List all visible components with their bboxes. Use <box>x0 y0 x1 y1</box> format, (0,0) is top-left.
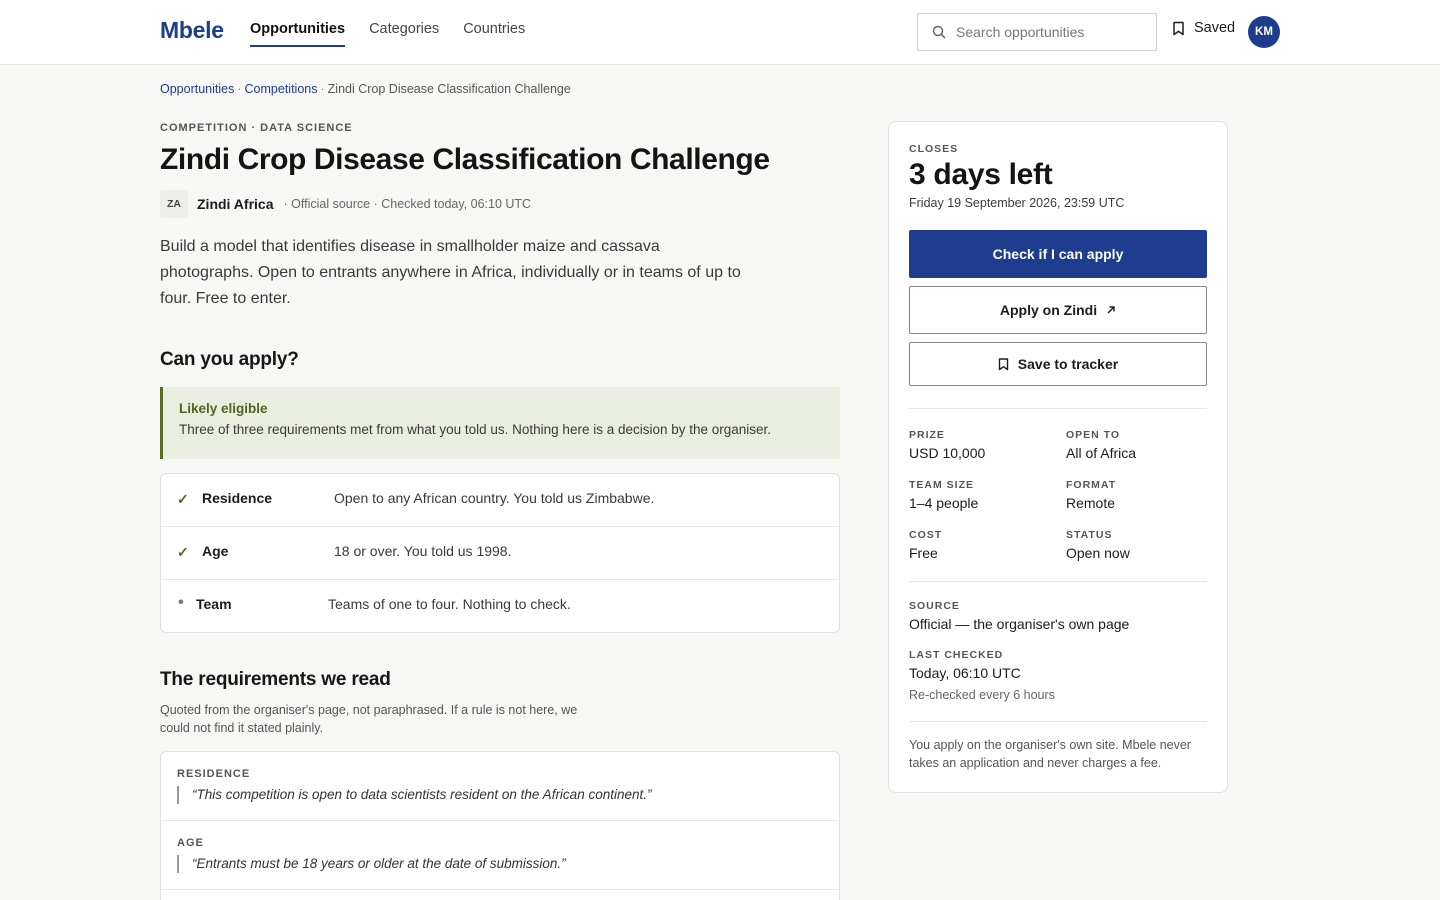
apply-external-label: Apply on Zindi <box>999 302 1098 318</box>
fact-value-format: Remote <box>1066 495 1116 511</box>
apply-external-button[interactable]: Apply on Zindi <box>909 286 1207 334</box>
fact-value-prize: USD 10,000 <box>909 445 986 461</box>
nav-countries[interactable]: Countries <box>463 21 525 47</box>
fact-value-open-to: All of Africa <box>1066 445 1137 461</box>
save-to-tracker-label: Save to tracker <box>1017 356 1119 372</box>
requirements-list: RESIDENCE “This competition is open to d… <box>160 751 840 900</box>
logo[interactable]: Mbele <box>160 17 224 44</box>
fact-value-team-size: 1–4 people <box>909 495 979 511</box>
fact-label-open-to: OPEN TO <box>1066 429 1121 441</box>
fact-label-status: STATUS <box>1066 529 1113 541</box>
check-eligibility-button[interactable]: Check if I can apply <box>909 230 1207 278</box>
eligibility-heading: Can you apply? <box>160 349 299 370</box>
organiser-logo-badge: ZA <box>160 190 188 218</box>
breadcrumb-separator: · <box>237 82 242 96</box>
deadline-card: CLOSES 3 days left Friday 19 September 2… <box>888 121 1228 793</box>
requirement-key: RESIDENCE <box>177 768 251 780</box>
verdict-description: Three of three requirements met from wha… <box>179 422 772 437</box>
closes-label: CLOSES <box>909 143 959 155</box>
check-row-team: • Team Teams of one to four. Nothing to … <box>161 580 839 633</box>
breadcrumb-opportunities[interactable]: Opportunities <box>160 82 234 96</box>
source-value: Official — the organiser's own page <box>909 616 1130 632</box>
avatar[interactable]: KM <box>1248 16 1280 48</box>
organiser-meta: · Official source · Checked today, 06:10… <box>283 197 532 211</box>
fact-label-cost: COST <box>909 529 943 541</box>
close-date: Friday 19 September 2026, 23:59 UTC <box>909 196 1125 210</box>
requirement-quote: “This competition is open to data scient… <box>177 786 839 804</box>
check-eligibility-label: Check if I can apply <box>992 246 1124 262</box>
last-checked-label: LAST CHECKED <box>909 649 1004 661</box>
saved-label: Saved <box>1194 20 1236 36</box>
page-title: Zindi Crop Disease Classification Challe… <box>160 143 770 176</box>
breadcrumb-current: Zindi Crop Disease Classification Challe… <box>327 82 571 96</box>
search-input[interactable] <box>956 24 1146 40</box>
check-label: Age <box>202 543 229 559</box>
check-row-residence: ✓ Residence Open to any African country.… <box>161 474 839 527</box>
check-row-age: ✓ Age 18 or over. You told us 1998. <box>161 527 839 580</box>
requirements-heading: The requirements we read <box>160 669 391 690</box>
organiser-row: ZA Zindi Africa · Official source · Chec… <box>160 190 531 218</box>
save-to-tracker-button[interactable]: Save to tracker <box>909 342 1207 386</box>
fact-label-team-size: TEAM SIZE <box>909 479 975 491</box>
last-checked-value: Today, 06:10 UTC <box>909 665 1021 681</box>
opportunity-description: Build a model that identifies disease in… <box>160 238 741 307</box>
check-label: Residence <box>202 490 273 506</box>
requirement-key: AGE <box>177 837 204 849</box>
check-label: Team <box>196 596 232 612</box>
nav-opportunities[interactable]: Opportunities <box>250 21 346 47</box>
check-text: 18 or over. You told us 1998. <box>334 543 512 559</box>
bookmark-icon <box>1173 21 1184 35</box>
recheck-note: Re-checked every 6 hours <box>909 688 1055 702</box>
search-box[interactable] <box>917 13 1157 51</box>
divider <box>909 408 1207 409</box>
saved-button[interactable]: Saved <box>1172 20 1235 36</box>
check-text: Teams of one to four. Nothing to check. <box>328 596 571 612</box>
divider <box>909 721 1207 722</box>
bullet-icon: • <box>178 594 184 611</box>
search-icon <box>932 25 946 39</box>
divider <box>909 581 1207 582</box>
fact-label-format: FORMAT <box>1066 479 1117 491</box>
external-link-icon <box>1107 306 1115 314</box>
nav-categories[interactable]: Categories <box>369 21 439 47</box>
eligibility-verdict: Likely eligible Three of three requireme… <box>160 387 840 459</box>
source-label: SOURCE <box>909 600 960 612</box>
fact-value-status: Open now <box>1066 545 1130 561</box>
fact-value-cost: Free <box>909 545 938 561</box>
breadcrumb: Opportunities · Competitions · Zindi Crop Di… <box>160 82 571 96</box>
check-text: Open to any African country. You told us… <box>334 490 655 506</box>
countdown: 3 days left <box>909 158 1053 191</box>
eligibility-checks: ✓ Residence Open to any African country.… <box>160 473 840 633</box>
requirement-quote: “Entrants must be 18 years or older at t… <box>177 855 839 873</box>
check-icon: ✓ <box>177 544 189 560</box>
check-icon: ✓ <box>177 491 189 507</box>
fact-label-prize: PRIZE <box>909 429 945 441</box>
category-eyebrow: COMPETITION · DATA SCIENCE <box>160 122 353 134</box>
requirement-item: RESIDENCE “This competition is open to d… <box>161 752 839 821</box>
bookmark-icon <box>998 357 1008 370</box>
breadcrumb-competitions[interactable]: Competitions <box>245 82 318 96</box>
breadcrumb-separator: · <box>320 82 325 96</box>
verdict-title: Likely eligible <box>179 401 268 416</box>
requirement-item: AGE “Entrants must be 18 years or older … <box>161 821 839 890</box>
requirements-subtitle: Quoted from the organiser's page, not pa… <box>160 703 578 735</box>
organiser-name[interactable]: Zindi Africa <box>197 196 274 212</box>
main-nav: Opportunities Categories Countries <box>250 21 525 47</box>
application-footnote: You apply on the organiser's own site. M… <box>909 738 1191 770</box>
top-navigation-bar: Mbele Opportunities Categories Countries… <box>0 0 1440 65</box>
